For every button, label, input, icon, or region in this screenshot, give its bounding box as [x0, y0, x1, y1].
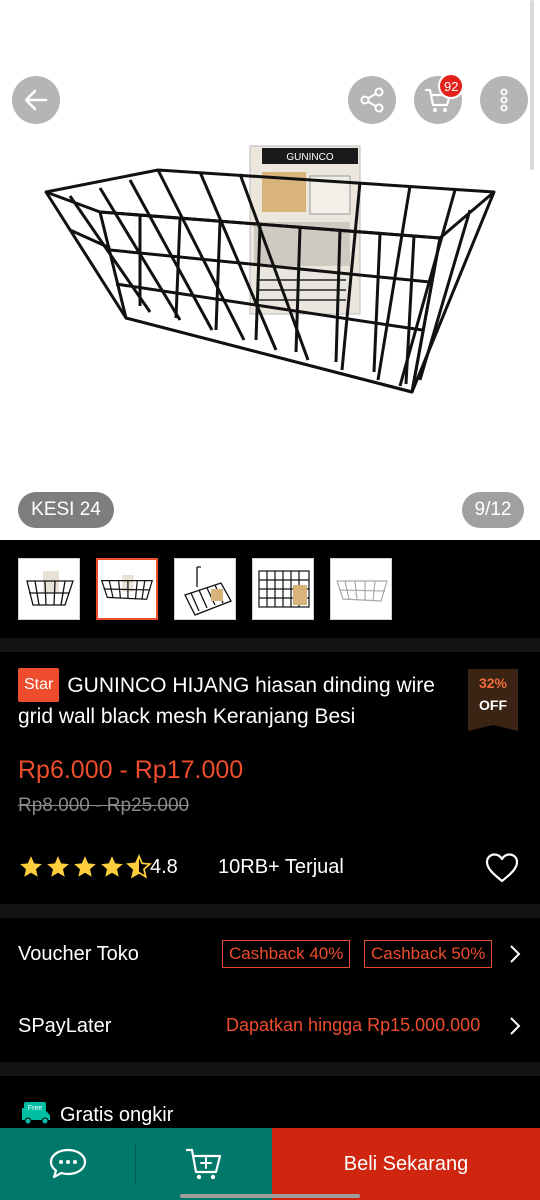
voucher-row[interactable]: Voucher Toko Cashback 40% Cashback 50%: [0, 922, 540, 986]
thumbnail-basket-icon: [100, 574, 154, 600]
thumbnail-shelf-icon: [184, 566, 232, 616]
spaylater-row[interactable]: SPayLater Dapatkan hingga Rp15.000.000: [0, 994, 540, 1058]
product-title-text: GUNINCO HIJANG hiasan dinding wire grid …: [18, 674, 435, 728]
thumbnail-basket-icon: [26, 571, 74, 606]
chat-icon: [49, 1148, 87, 1179]
thumbnail-4[interactable]: [252, 558, 314, 620]
product-image-gallery[interactable]: GUNINCO 92 KESI 24 9/12: [0, 0, 540, 540]
voucher-chip-1[interactable]: Cashback 40%: [222, 940, 351, 968]
thumbnail-5[interactable]: [330, 558, 392, 620]
star-icon: [74, 856, 96, 877]
share-icon: [360, 87, 384, 113]
section-divider: [0, 638, 540, 652]
discount-badge: 32% OFF: [468, 669, 518, 731]
rating-stars: [18, 854, 152, 880]
sold-count: 10RB+ Terjual: [218, 856, 344, 878]
badge-notch: [468, 724, 518, 731]
arrow-left-icon: [24, 89, 48, 111]
price-range: Rp6.000 - Rp17.000: [18, 756, 244, 784]
section-divider: [0, 1062, 540, 1076]
star-half-icon: [126, 854, 152, 879]
heart-icon[interactable]: [484, 852, 520, 884]
spaylater-offer: Dapatkan hingga Rp15.000.000: [226, 1015, 481, 1035]
back-button[interactable]: [12, 76, 60, 124]
star-icon: [20, 856, 42, 877]
product-title: Star GUNINCO HIJANG hiasan dinding wire g…: [18, 668, 458, 732]
gallery-scrollbar: [530, 0, 534, 170]
rating-row: 4.8 10RB+ Terjual: [18, 852, 522, 884]
add-to-cart-button[interactable]: [136, 1128, 272, 1200]
product-page: GUNINCO 92 KESI 24 9/12 Star GUNINCO HIJ…: [0, 0, 540, 1200]
thumbnail-strip: [0, 540, 540, 638]
discount-off-label: OFF: [479, 697, 507, 713]
home-indicator: [180, 1194, 360, 1198]
star-seller-tag: Star: [18, 668, 60, 702]
chevron-right-icon: [510, 945, 521, 963]
star-icon: [101, 856, 123, 877]
chat-button[interactable]: [0, 1128, 136, 1200]
voucher-label: Voucher Toko: [18, 943, 139, 965]
image-counter: 9/12: [462, 492, 524, 528]
original-price-range: Rp8.000 - Rp25.000: [18, 795, 190, 816]
thumbnail-2[interactable]: [96, 558, 158, 620]
voucher-chip-2[interactable]: Cashback 50%: [364, 940, 493, 968]
variant-label: KESI 24: [18, 492, 114, 528]
share-button[interactable]: [348, 76, 396, 124]
free-badge-text: Free: [28, 1105, 43, 1112]
truck-icon: Free: [22, 1102, 50, 1125]
thumbnail-grid-icon: [258, 570, 310, 608]
chevron-right-icon: [510, 1017, 521, 1035]
section-divider: [0, 904, 540, 918]
free-shipping-label: Gratis ongkir: [60, 1104, 174, 1126]
thumbnail-1[interactable]: [18, 558, 80, 620]
free-shipping-truck-icon: Free: [18, 1100, 52, 1131]
star-icon: [47, 856, 69, 877]
thumbnail-white-basket-icon: [336, 580, 388, 602]
spaylater-label: SPayLater: [18, 1015, 112, 1037]
package-brand-text: GUNINCO: [286, 152, 333, 163]
thumbnail-3[interactable]: [174, 558, 236, 620]
add-to-cart-icon: [185, 1148, 222, 1180]
rating-value: 4.8: [150, 856, 178, 878]
bottom-action-bar: Beli Sekarang: [0, 1128, 540, 1200]
more-vertical-icon: [500, 88, 508, 112]
discount-percent: 32%: [478, 675, 508, 691]
more-button[interactable]: [480, 76, 528, 124]
buy-now-button[interactable]: Beli Sekarang: [272, 1128, 540, 1200]
